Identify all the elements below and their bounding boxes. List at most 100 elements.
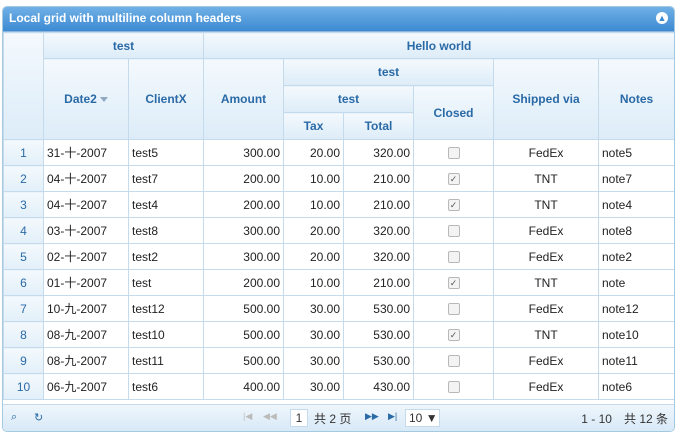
- page-input[interactable]: 1: [290, 409, 308, 427]
- checkbox[interactable]: [447, 147, 460, 160]
- column-header-amount[interactable]: Amount: [203, 58, 284, 140]
- cell-notes: note8: [597, 217, 674, 244]
- column-header-total[interactable]: Total: [343, 112, 414, 140]
- column-header-closed[interactable]: Closed: [413, 85, 494, 140]
- cell-amount: 500.00: [203, 321, 284, 348]
- cell-date: 08-九-2007: [43, 321, 129, 348]
- cell-client: test7: [128, 165, 204, 192]
- cell-date: 03-十-2007: [43, 217, 129, 244]
- table-row[interactable]: 3 04-十-2007 test4 200.00 10.00 210.00 ✓ TNT note…: [3, 191, 674, 218]
- cell-amount: 200.00: [203, 269, 284, 296]
- table-row[interactable]: 10 06-九-2007 test6 400.00 30.00 430.00 FedEx no…: [3, 373, 674, 400]
- cell-date: 04-十-2007: [43, 165, 129, 192]
- checkbox[interactable]: [447, 355, 460, 368]
- checkbox[interactable]: [447, 225, 460, 238]
- checkbox[interactable]: [447, 251, 460, 264]
- row-number: 1: [3, 139, 44, 166]
- cell-shipped-via: FedEx: [493, 347, 599, 374]
- table-row[interactable]: 5 02-十-2007 test2 300.00 20.00 320.00 FedEx not…: [3, 243, 674, 270]
- cell-notes: note: [597, 269, 674, 296]
- cell-total: 430.00: [343, 373, 414, 400]
- dropdown-arrow-icon: ▼: [425, 411, 438, 425]
- rows-per-page-select[interactable]: 10 ▼: [405, 409, 440, 427]
- cell-shipped-via: FedEx: [493, 373, 599, 400]
- sort-desc-icon: [99, 97, 108, 103]
- checkbox-checked[interactable]: ✓: [447, 329, 460, 342]
- first-page-icon[interactable]: |◀: [243, 411, 252, 422]
- cell-tax: 20.00: [283, 243, 344, 270]
- checkbox-checked[interactable]: ✓: [447, 173, 460, 186]
- cell-total: 320.00: [343, 217, 414, 244]
- table-row[interactable]: 8 08-九-2007 test10 500.00 30.00 530.00 ✓ TNT not…: [3, 321, 674, 348]
- cell-client: test6: [128, 373, 204, 400]
- cell-client: test: [128, 269, 204, 296]
- cell-tax: 20.00: [283, 217, 344, 244]
- cell-closed: [413, 217, 494, 244]
- cell-client: test12: [128, 295, 204, 322]
- cell-shipped-via: TNT: [493, 165, 599, 192]
- cell-amount: 200.00: [203, 191, 284, 218]
- row-number: 6: [3, 269, 44, 296]
- grid-body: 1 31-十-2007 test5 300.00 20.00 320.00 FedEx not…: [3, 139, 674, 400]
- cell-tax: 30.00: [283, 321, 344, 348]
- column-header-date2[interactable]: Date2: [43, 58, 129, 140]
- prev-page-icon[interactable]: ◀◀: [263, 411, 277, 422]
- cell-total: 210.00: [343, 165, 414, 192]
- cell-closed: [413, 243, 494, 270]
- cell-closed: ✓: [413, 269, 494, 296]
- column-header-tax[interactable]: Tax: [283, 112, 344, 140]
- refresh-icon[interactable]: ↻: [34, 411, 43, 424]
- cell-notes: note11: [597, 347, 674, 374]
- column-header-notes[interactable]: Notes: [597, 58, 674, 140]
- cell-client: test2: [128, 243, 204, 270]
- cell-notes: note4: [597, 191, 674, 218]
- row-number: 3: [3, 191, 44, 218]
- group-header-hello-world: Hello world: [202, 32, 674, 59]
- table-row[interactable]: 2 04-十-2007 test7 200.00 10.00 210.00 ✓ TNT note…: [3, 165, 674, 192]
- column-header-clientx[interactable]: ClientX: [128, 58, 204, 140]
- cell-date: 04-十-2007: [43, 191, 129, 218]
- cell-total: 320.00: [343, 243, 414, 270]
- table-row[interactable]: 1 31-十-2007 test5 300.00 20.00 320.00 FedEx not…: [3, 139, 674, 166]
- cell-notes: note10: [597, 321, 674, 348]
- row-number: 5: [3, 243, 44, 270]
- row-number: 2: [3, 165, 44, 192]
- column-header-shipped-via[interactable]: Shipped via: [493, 58, 599, 140]
- checkbox[interactable]: [447, 303, 460, 316]
- table-row[interactable]: 4 03-十-2007 test8 300.00 20.00 320.00 FedEx not…: [3, 217, 674, 244]
- grid-container: Local grid with multiline column headers…: [2, 6, 675, 432]
- checkbox-checked[interactable]: ✓: [447, 277, 460, 290]
- cell-amount: 500.00: [203, 347, 284, 374]
- search-icon[interactable]: ⌕: [11, 411, 17, 424]
- checkbox[interactable]: [447, 381, 460, 394]
- cell-notes: note12: [597, 295, 674, 322]
- cell-closed: [413, 373, 494, 400]
- cell-tax: 30.00: [283, 373, 344, 400]
- table-row[interactable]: 9 08-九-2007 test11 500.00 30.00 530.00 FedEx no…: [3, 347, 674, 374]
- cell-amount: 400.00: [203, 373, 284, 400]
- group-header-test-2: test: [283, 58, 494, 86]
- collapse-icon[interactable]: ▲: [656, 12, 668, 24]
- cell-tax: 30.00: [283, 295, 344, 322]
- cell-closed: ✓: [413, 191, 494, 218]
- cell-date: 01-十-2007: [43, 269, 129, 296]
- row-number: 8: [3, 321, 44, 348]
- cell-amount: 300.00: [203, 243, 284, 270]
- cell-shipped-via: TNT: [493, 191, 599, 218]
- cell-date: 08-九-2007: [43, 347, 129, 374]
- checkbox-checked[interactable]: ✓: [447, 199, 460, 212]
- cell-notes: note6: [597, 373, 674, 400]
- row-number: 4: [3, 217, 44, 244]
- next-page-icon[interactable]: ▶▶: [365, 411, 379, 422]
- last-page-icon[interactable]: ▶|: [388, 411, 397, 422]
- cell-date: 02-十-2007: [43, 243, 129, 270]
- cell-shipped-via: FedEx: [493, 295, 599, 322]
- cell-closed: ✓: [413, 165, 494, 192]
- cell-total: 320.00: [343, 139, 414, 166]
- table-row[interactable]: 7 10-九-2007 test12 500.00 30.00 530.00 FedEx no…: [3, 295, 674, 322]
- total-pages-text: 共 2 页: [314, 412, 352, 426]
- row-number-header: [3, 32, 44, 140]
- cell-closed: [413, 347, 494, 374]
- table-row[interactable]: 6 01-十-2007 test 200.00 10.00 210.00 ✓ TNT note: [3, 269, 674, 296]
- cell-tax: 10.00: [283, 191, 344, 218]
